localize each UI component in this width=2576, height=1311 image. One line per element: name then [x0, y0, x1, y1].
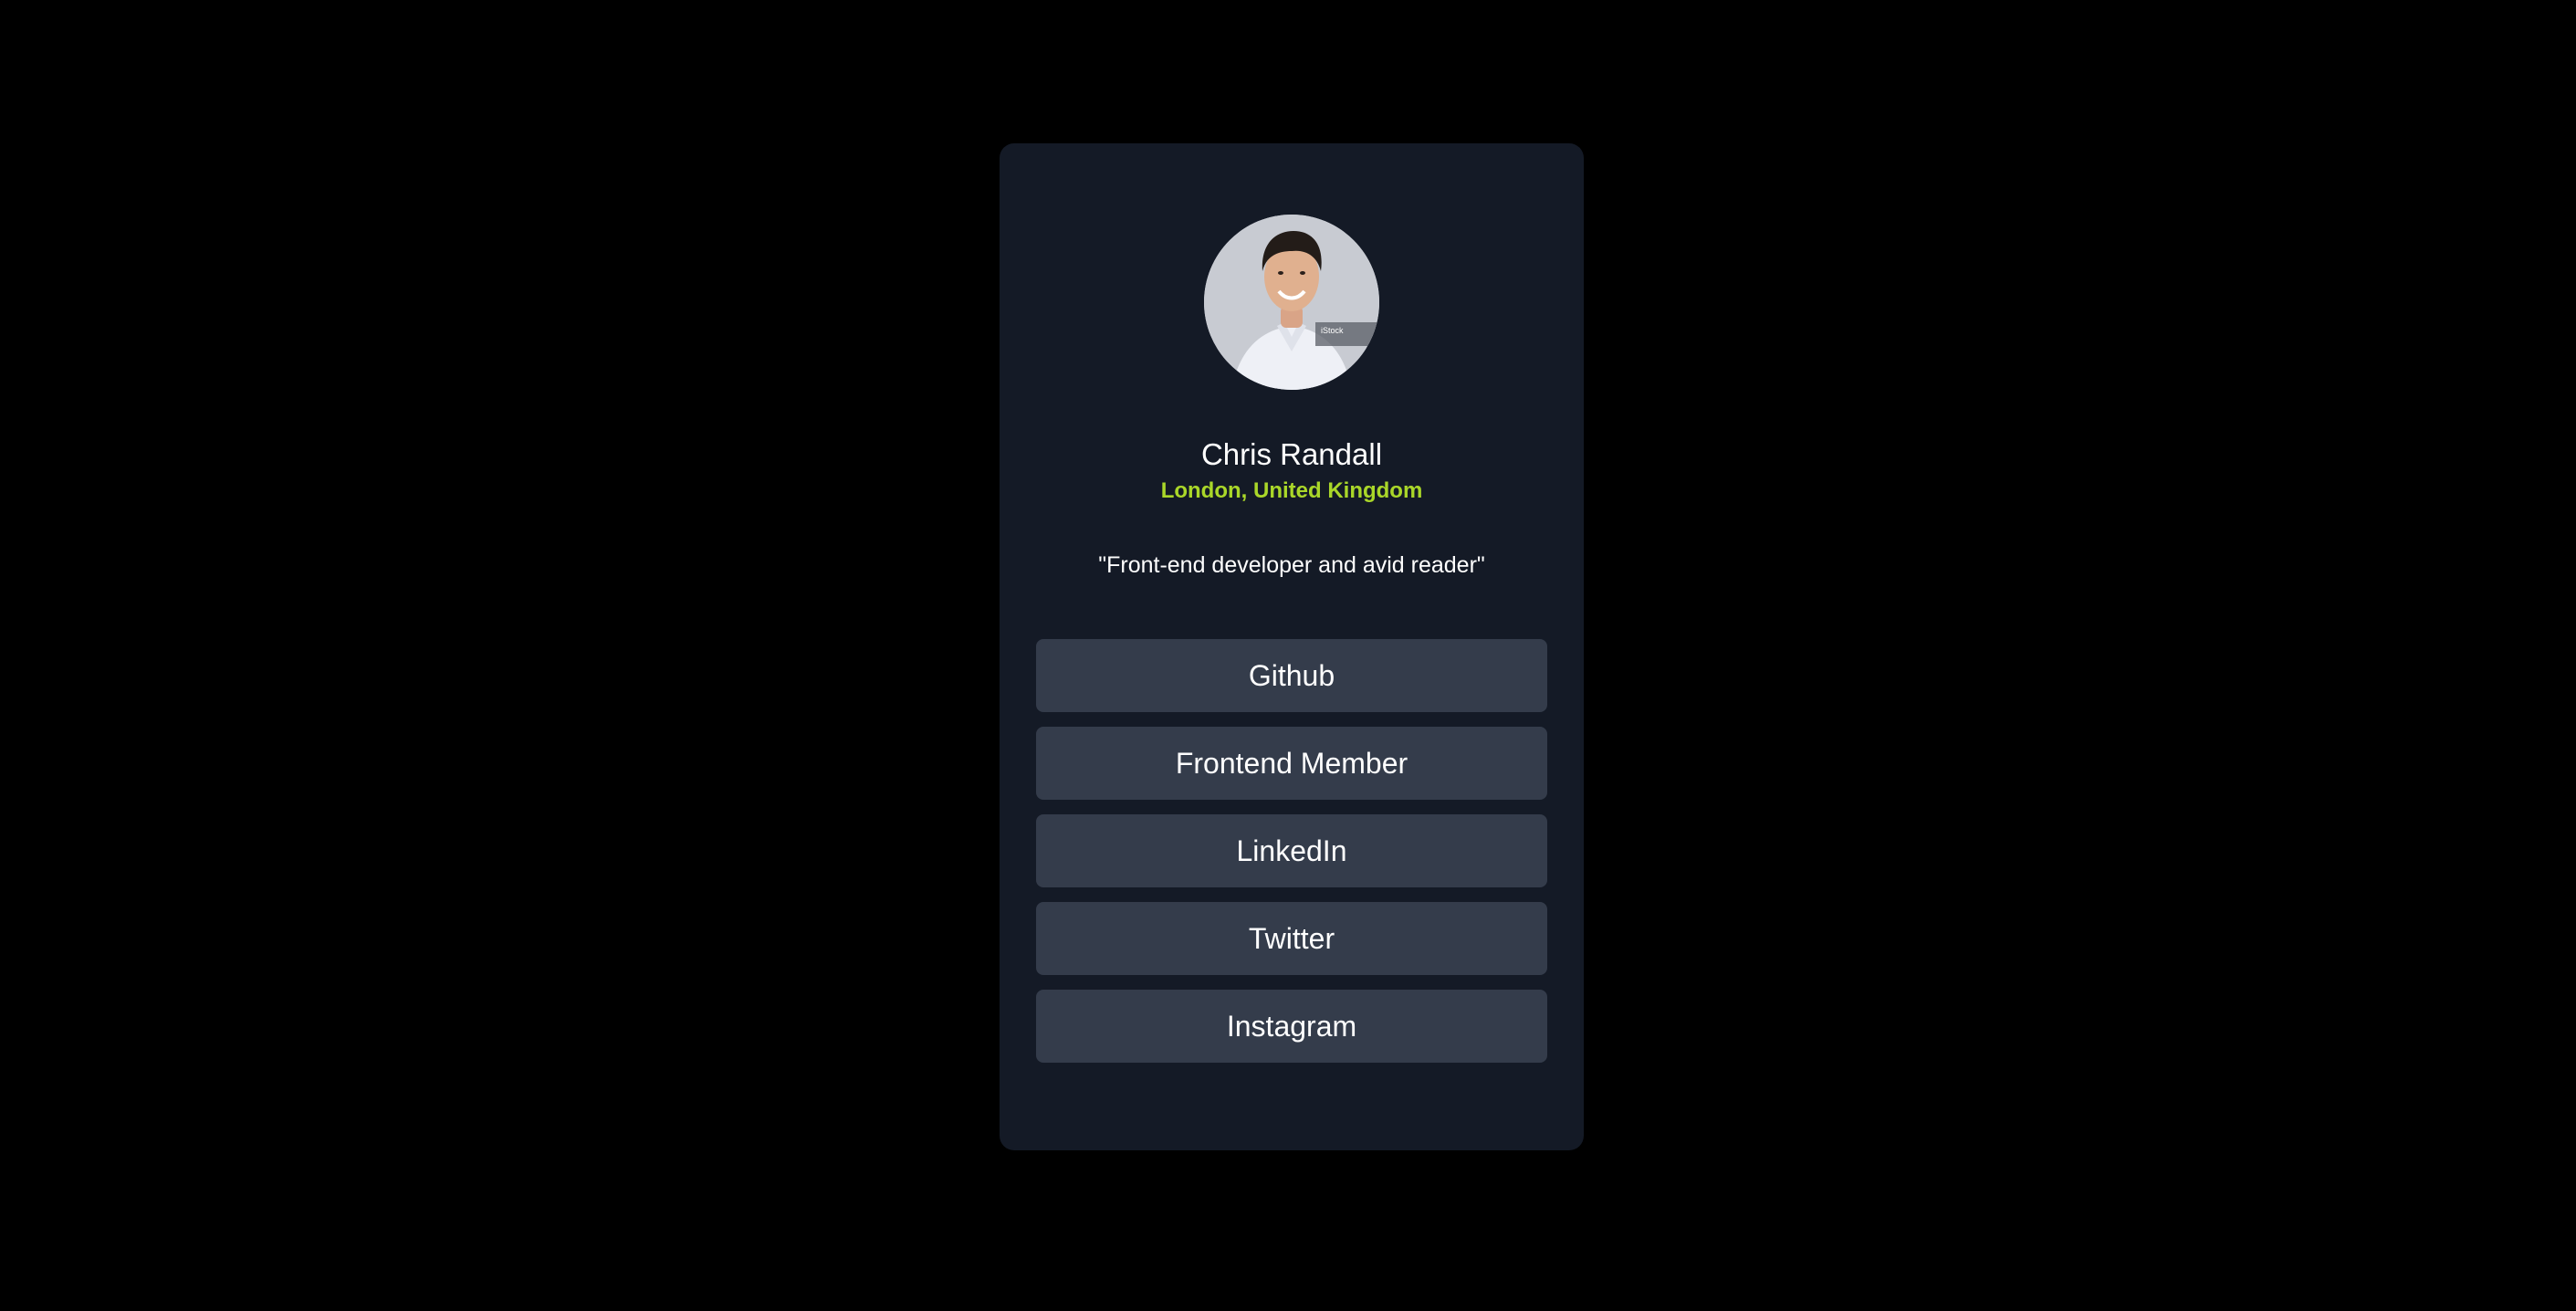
- profile-card: iStock Chris Randall London, United King…: [1000, 143, 1584, 1150]
- social-links: Github Frontend Member LinkedIn Twitter …: [1036, 639, 1547, 1077]
- avatar-photo: iStock: [1204, 215, 1379, 390]
- avatar: iStock: [1204, 215, 1379, 390]
- linkedin-link-button[interactable]: LinkedIn: [1036, 814, 1547, 887]
- profile-name: Chris Randall: [1200, 437, 1383, 471]
- instagram-link-button[interactable]: Instagram: [1036, 990, 1547, 1063]
- profile-bio: "Front-end developer and avid reader": [1098, 552, 1485, 578]
- profile-location: London, United Kingdom: [1160, 478, 1423, 503]
- github-link-button[interactable]: Github: [1036, 639, 1547, 712]
- frontend-member-link-button[interactable]: Frontend Member: [1036, 727, 1547, 800]
- twitter-link-button[interactable]: Twitter: [1036, 902, 1547, 975]
- avatar-watermark: iStock: [1321, 326, 1344, 335]
